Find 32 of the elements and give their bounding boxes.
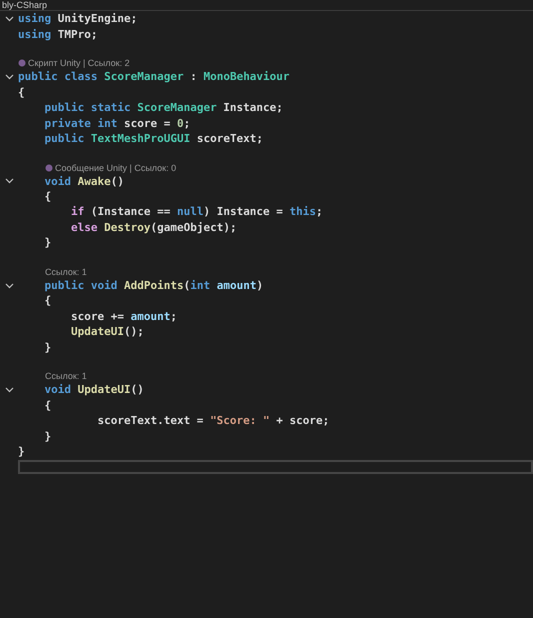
fold-chevron-icon[interactable] (4, 282, 14, 289)
code-line: scoreText.text = "Score: " + score; (96, 413, 330, 428)
code-line: UpdateUI(); (70, 324, 144, 340)
code-line: public TextMeshProUGUI scoreText; (43, 130, 264, 146)
code-line: public void AddPoints(int amount) (43, 278, 264, 294)
codelens-text[interactable]: Скрипт Unity | Ссылок: 2 (28, 57, 130, 70)
code-line: } (43, 340, 52, 355)
code-line: { (43, 189, 52, 204)
codelens-text[interactable]: Ссылок: 1 (45, 266, 87, 278)
code-line: void UpdateUI() (43, 382, 144, 398)
tab-title[interactable]: bly-CSharp (0, 0, 48, 10)
fold-chevron-icon[interactable] (4, 386, 14, 393)
code-line: { (18, 84, 25, 100)
code-line: private int score = 0; (43, 116, 190, 131)
code-line: score += amount; (70, 308, 177, 324)
code-line: public class ScoreManager : MonoBehaviour (18, 69, 290, 84)
code-line: } (18, 444, 25, 459)
codelens-text[interactable]: Сообщение Unity | Ссылок: 0 (55, 162, 176, 174)
fold-chevron-icon[interactable] (4, 16, 14, 22)
fold-chevron-icon[interactable] (4, 74, 14, 80)
fold-chevron-icon[interactable] (4, 178, 14, 184)
code-line: public static ScoreManager Instance; (43, 100, 283, 116)
code-line: if (Instance == null) Instance = this; (70, 204, 323, 220)
code-line: } (43, 235, 52, 250)
code-line: using UnityEngine; (18, 11, 138, 26)
code-line: { (43, 398, 52, 413)
code-line: void Awake() (43, 174, 124, 189)
code-line: { (43, 293, 52, 308)
code-line: using TMPro; (18, 26, 98, 42)
codelens-text[interactable]: Ссылок: 1 (45, 370, 87, 382)
code-line: } (43, 428, 52, 444)
code-line: else Destroy(gameObject); (70, 220, 237, 235)
